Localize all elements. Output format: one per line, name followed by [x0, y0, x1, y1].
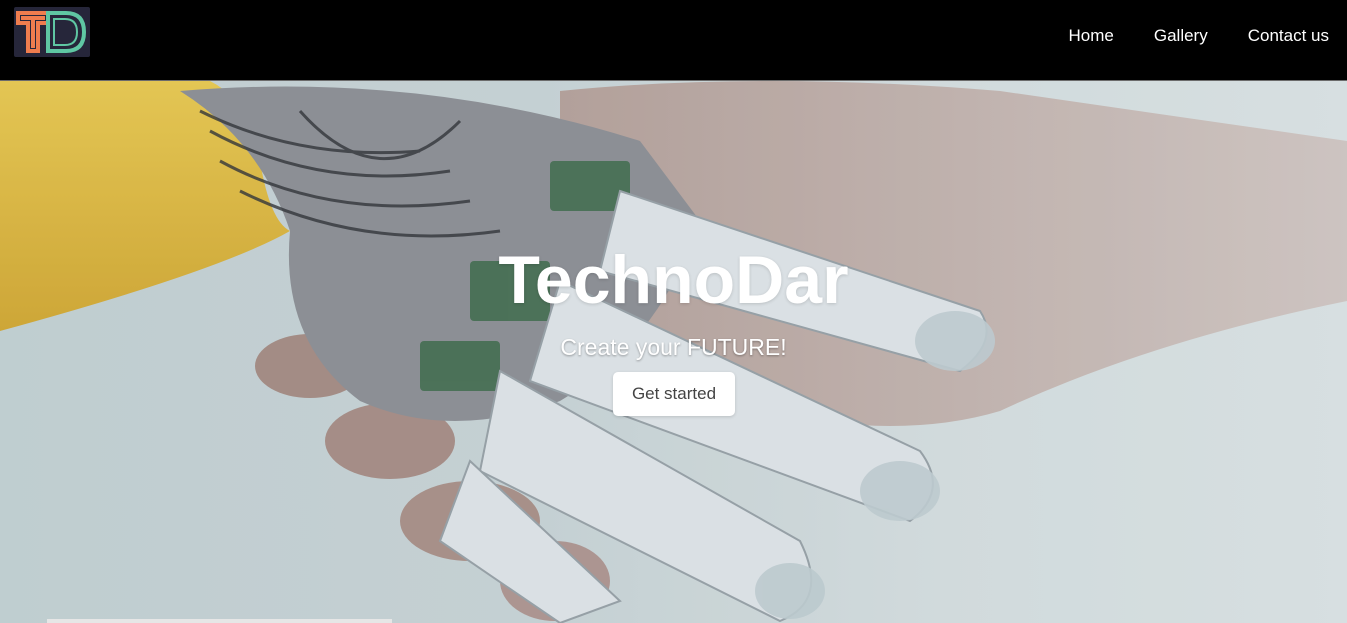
hero-subtitle: Create your FUTURE!: [560, 334, 787, 360]
get-started-button[interactable]: Get started: [613, 372, 735, 416]
horizontal-scrollbar[interactable]: [47, 619, 392, 623]
nav-item-home[interactable]: Home: [1069, 26, 1114, 46]
hero-section: TechnoDar Create your FUTURE! Get starte…: [0, 81, 1347, 623]
brand-logo[interactable]: [14, 7, 90, 57]
nav-item-contact-us[interactable]: Contact us: [1248, 26, 1329, 46]
nav-item-gallery[interactable]: Gallery: [1154, 26, 1208, 46]
navbar: Home Gallery Contact us: [0, 0, 1347, 81]
nav-links: Home Gallery Contact us: [1029, 26, 1329, 46]
hero-title: TechnoDar: [498, 242, 849, 318]
